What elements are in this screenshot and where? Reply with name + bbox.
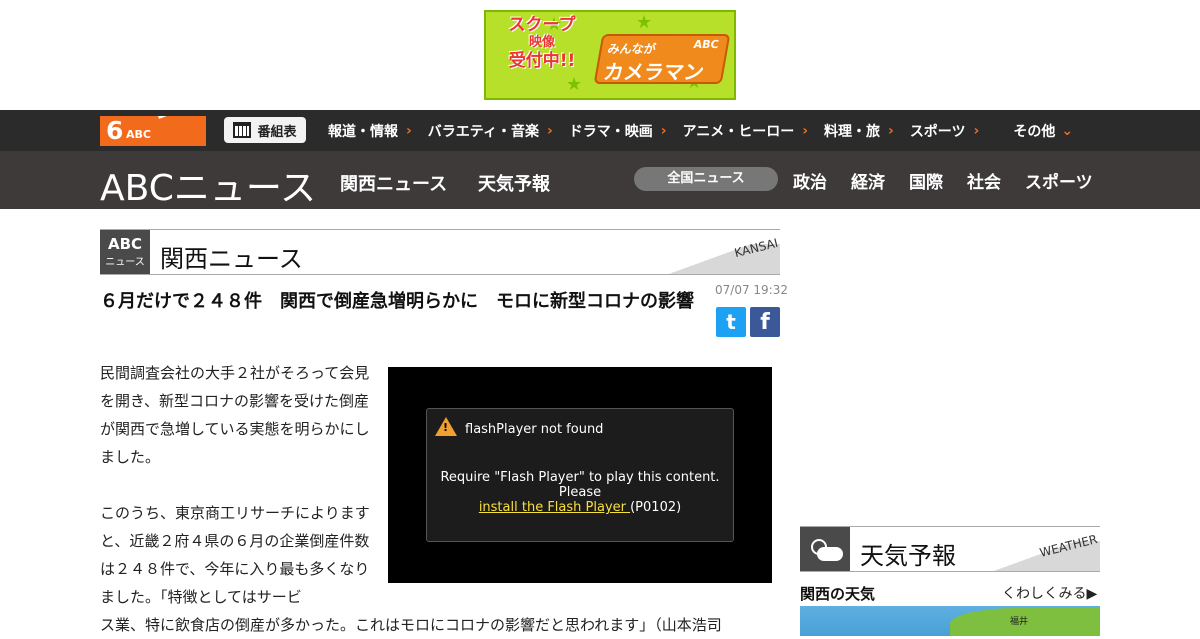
- nav-label: 報道・情報: [328, 123, 398, 140]
- article-paragraph-continued: ス業、特に飲食店の倒産が多かった。これはモロにコロナの影響だと思われます」（山本…: [100, 616, 722, 634]
- scoop-line: 映像: [528, 35, 555, 50]
- cam-main: カメラマン: [601, 60, 706, 84]
- ad-banner-area: ★ ★ ★ ★ スクープ 映像 受付中!! みんなが ABC カメラマン: [0, 0, 1200, 110]
- camera-man-banner[interactable]: ★ ★ ★ ★ スクープ 映像 受付中!! みんなが ABC カメラマン: [484, 10, 736, 100]
- nav-label: アニメ・ヒーロー: [682, 123, 795, 140]
- twitter-share-button[interactable]: t: [716, 307, 746, 337]
- video-player[interactable]: ! flashPlayer not found Require "Flash P…: [388, 367, 772, 583]
- flash-msg-line: Please: [558, 485, 602, 500]
- cat-sports[interactable]: スポーツ: [1025, 168, 1093, 193]
- abc-news-logo[interactable]: ABCニュース: [100, 159, 316, 211]
- chevron-down-icon: ⌄: [1061, 122, 1074, 139]
- weather-title: 天気予報: [860, 542, 956, 570]
- logo-swoosh: [158, 116, 206, 145]
- chevron-right-icon: ›: [660, 122, 667, 139]
- logo-six: 6: [106, 116, 124, 145]
- chevron-right-icon: ›: [888, 122, 894, 139]
- badge-line: ニュース: [105, 257, 145, 268]
- scoop-line: スクープ: [508, 15, 576, 35]
- flash-msg-line: Require "Flash Player" to play this cont…: [440, 470, 720, 485]
- facebook-share-button[interactable]: f: [750, 307, 780, 337]
- genre-nav: 報道・情報 › バラエティ・音楽 › ドラマ・映画 › アニメ・ヒーロー › 料理・旅 ›…: [328, 110, 1089, 151]
- nav-anime[interactable]: アニメ・ヒーロー ›: [683, 121, 825, 141]
- top-nav: 6 ABC 番組表 報道・情報 › バラエティ・音楽 › ドラマ・映画 › アニメ・ヒ…: [0, 110, 1200, 151]
- national-news-button[interactable]: 全国ニュース: [634, 167, 778, 191]
- chevron-right-icon: ›: [802, 122, 809, 139]
- chevron-right-icon: ›: [406, 122, 412, 139]
- cat-politics[interactable]: 政治: [793, 168, 827, 193]
- category-nav: 政治 経済 国際 社会 スポーツ: [793, 168, 1117, 193]
- kansai-weather-label: 関西の天気: [800, 585, 876, 603]
- nav-label: 料理・旅: [824, 123, 881, 140]
- program-guide-label: 番組表: [257, 124, 297, 140]
- nav-other[interactable]: その他 ⌄: [1013, 121, 1089, 141]
- subnav-kansai-news[interactable]: 関西ニュース: [340, 170, 447, 196]
- nav-variety[interactable]: バラエティ・音楽 ›: [428, 121, 569, 141]
- news-subnav: ABCニュース 関西ニュース 天気予報 全国ニュース 政治 経済 国際 社会 ス…: [0, 151, 1200, 209]
- weather-more-link[interactable]: くわしくみる▶: [1002, 583, 1097, 603]
- nav-drama[interactable]: ドラマ・映画 ›: [569, 121, 683, 141]
- abc-6-logo[interactable]: 6 ABC: [100, 116, 206, 146]
- twitter-icon: t: [726, 310, 736, 334]
- chevron-right-icon: ›: [973, 122, 980, 139]
- cam-sub: みんなが: [606, 42, 658, 56]
- install-flash-link[interactable]: install the Flash Player: [479, 500, 630, 515]
- weather-badge: [800, 527, 850, 571]
- flash-error-title: flashPlayer not found: [465, 422, 604, 437]
- map-city-label: 福井: [1010, 617, 1029, 627]
- chevron-right-icon: ›: [546, 122, 553, 139]
- calendar-icon: [233, 122, 252, 138]
- section-header: ABC ニュース 関西ニュース KANSAI: [100, 229, 780, 275]
- nav-label: その他: [1013, 123, 1056, 140]
- flash-error-dialog: ! flashPlayer not found Require "Flash P…: [426, 408, 734, 542]
- cam-abc: ABC: [692, 38, 720, 51]
- subnav-weather[interactable]: 天気予報: [478, 170, 550, 196]
- star-icon: ★: [636, 12, 653, 33]
- scoop-text: スクープ 映像 受付中!!: [494, 16, 590, 70]
- abc-news-badge: ABC ニュース: [100, 230, 150, 274]
- weather-header: 天気予報 WEATHER: [800, 526, 1100, 572]
- nav-news[interactable]: 報道・情報 ›: [328, 121, 428, 141]
- article-body: 民間調査会社の大手２社がそろって会見を開き、新型コロナの影響を受けた倒産が関西で…: [100, 359, 375, 639]
- nav-label: バラエティ・音楽: [427, 123, 539, 140]
- flash-error-code: (P0102): [630, 500, 682, 515]
- camera-man-logo: みんなが ABC カメラマン: [593, 34, 731, 84]
- badge-line: ABC: [107, 235, 143, 253]
- article-paragraph: このうち、東京商工リサーチによりますと、近畿２府４県の６月の企業倒産件数は２４８…: [100, 504, 370, 606]
- cat-economy[interactable]: 経済: [851, 168, 885, 193]
- cloud-icon: [817, 547, 843, 561]
- cat-international[interactable]: 国際: [909, 168, 943, 193]
- article-headline: ６月だけで２４８件 関西で倒産急増明らかに モロに新型コロナの影響: [100, 291, 694, 312]
- flash-error-message: Require "Flash Player" to play this cont…: [427, 470, 733, 515]
- nav-cooking[interactable]: 料理・旅 ›: [824, 121, 910, 141]
- weather-map[interactable]: 福井: [800, 606, 1100, 636]
- logo-abc: ABC: [126, 128, 151, 141]
- warning-icon: !: [435, 417, 457, 436]
- nav-sports[interactable]: スポーツ ›: [910, 121, 996, 141]
- nav-label: スポーツ: [909, 123, 966, 140]
- cat-society[interactable]: 社会: [967, 168, 1001, 193]
- program-guide-button[interactable]: 番組表: [224, 117, 306, 143]
- scoop-line: 受付中!!: [508, 51, 576, 71]
- section-title: 関西ニュース: [160, 245, 303, 273]
- article-paragraph: 民間調査会社の大手２社がそろって会見を開き、新型コロナの影響を受けた倒産が関西で…: [100, 364, 370, 466]
- facebook-icon: f: [760, 310, 770, 335]
- nav-label: ドラマ・映画: [568, 123, 653, 140]
- article-date: 07/07 19:32: [715, 283, 788, 297]
- star-icon: ★: [566, 74, 583, 95]
